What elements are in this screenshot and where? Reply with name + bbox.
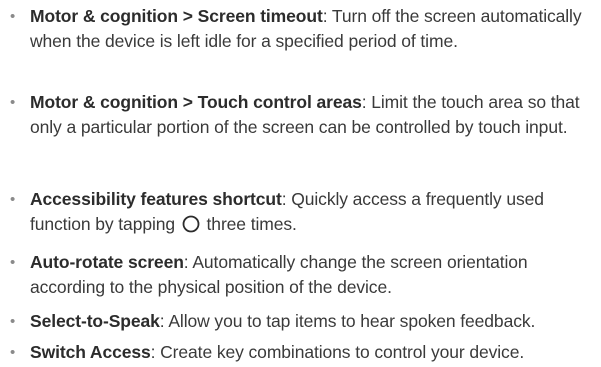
list-item-switch-access: • Switch Access: Create key combinations…	[0, 340, 532, 365]
list-item-auto-rotate: • Auto-rotate screen: Automatically chan…	[0, 250, 601, 300]
bullet: •	[10, 254, 16, 271]
item-subtitle: Touch control areas	[197, 92, 362, 112]
item-title: Motor & cognition	[30, 92, 178, 112]
item-title: Motor & cognition	[30, 6, 178, 26]
bullet: •	[10, 313, 16, 330]
bullet: •	[10, 344, 16, 361]
item-separator: >	[178, 92, 198, 112]
item-title: Switch Access	[30, 342, 151, 362]
bullet: •	[10, 94, 16, 111]
list-item-accessibility-shortcut: • Accessibility features shortcut: Quick…	[0, 187, 601, 237]
item-separator: >	[178, 6, 198, 26]
item-title: Select-to-Speak	[30, 311, 160, 331]
item-description: : Create key combinations to control you…	[150, 342, 525, 362]
list-item-touch-control-areas: • Motor & cognition > Touch control area…	[0, 90, 601, 140]
item-description-continued: three times.	[206, 214, 297, 234]
item-title: Accessibility features shortcut	[30, 189, 282, 209]
home-circle-icon	[182, 215, 200, 233]
bullet: •	[10, 8, 16, 25]
bullet: •	[10, 191, 16, 208]
item-title: Auto-rotate screen	[30, 252, 184, 272]
item-subtitle: Screen timeout	[197, 6, 323, 26]
list-item-screen-timeout: • Motor & cognition > Screen timeout: Tu…	[0, 4, 601, 54]
item-description: : Allow you to tap items to hear spoken …	[159, 311, 536, 331]
list-item-select-to-speak: • Select-to-Speak: Allow you to tap item…	[0, 309, 543, 334]
